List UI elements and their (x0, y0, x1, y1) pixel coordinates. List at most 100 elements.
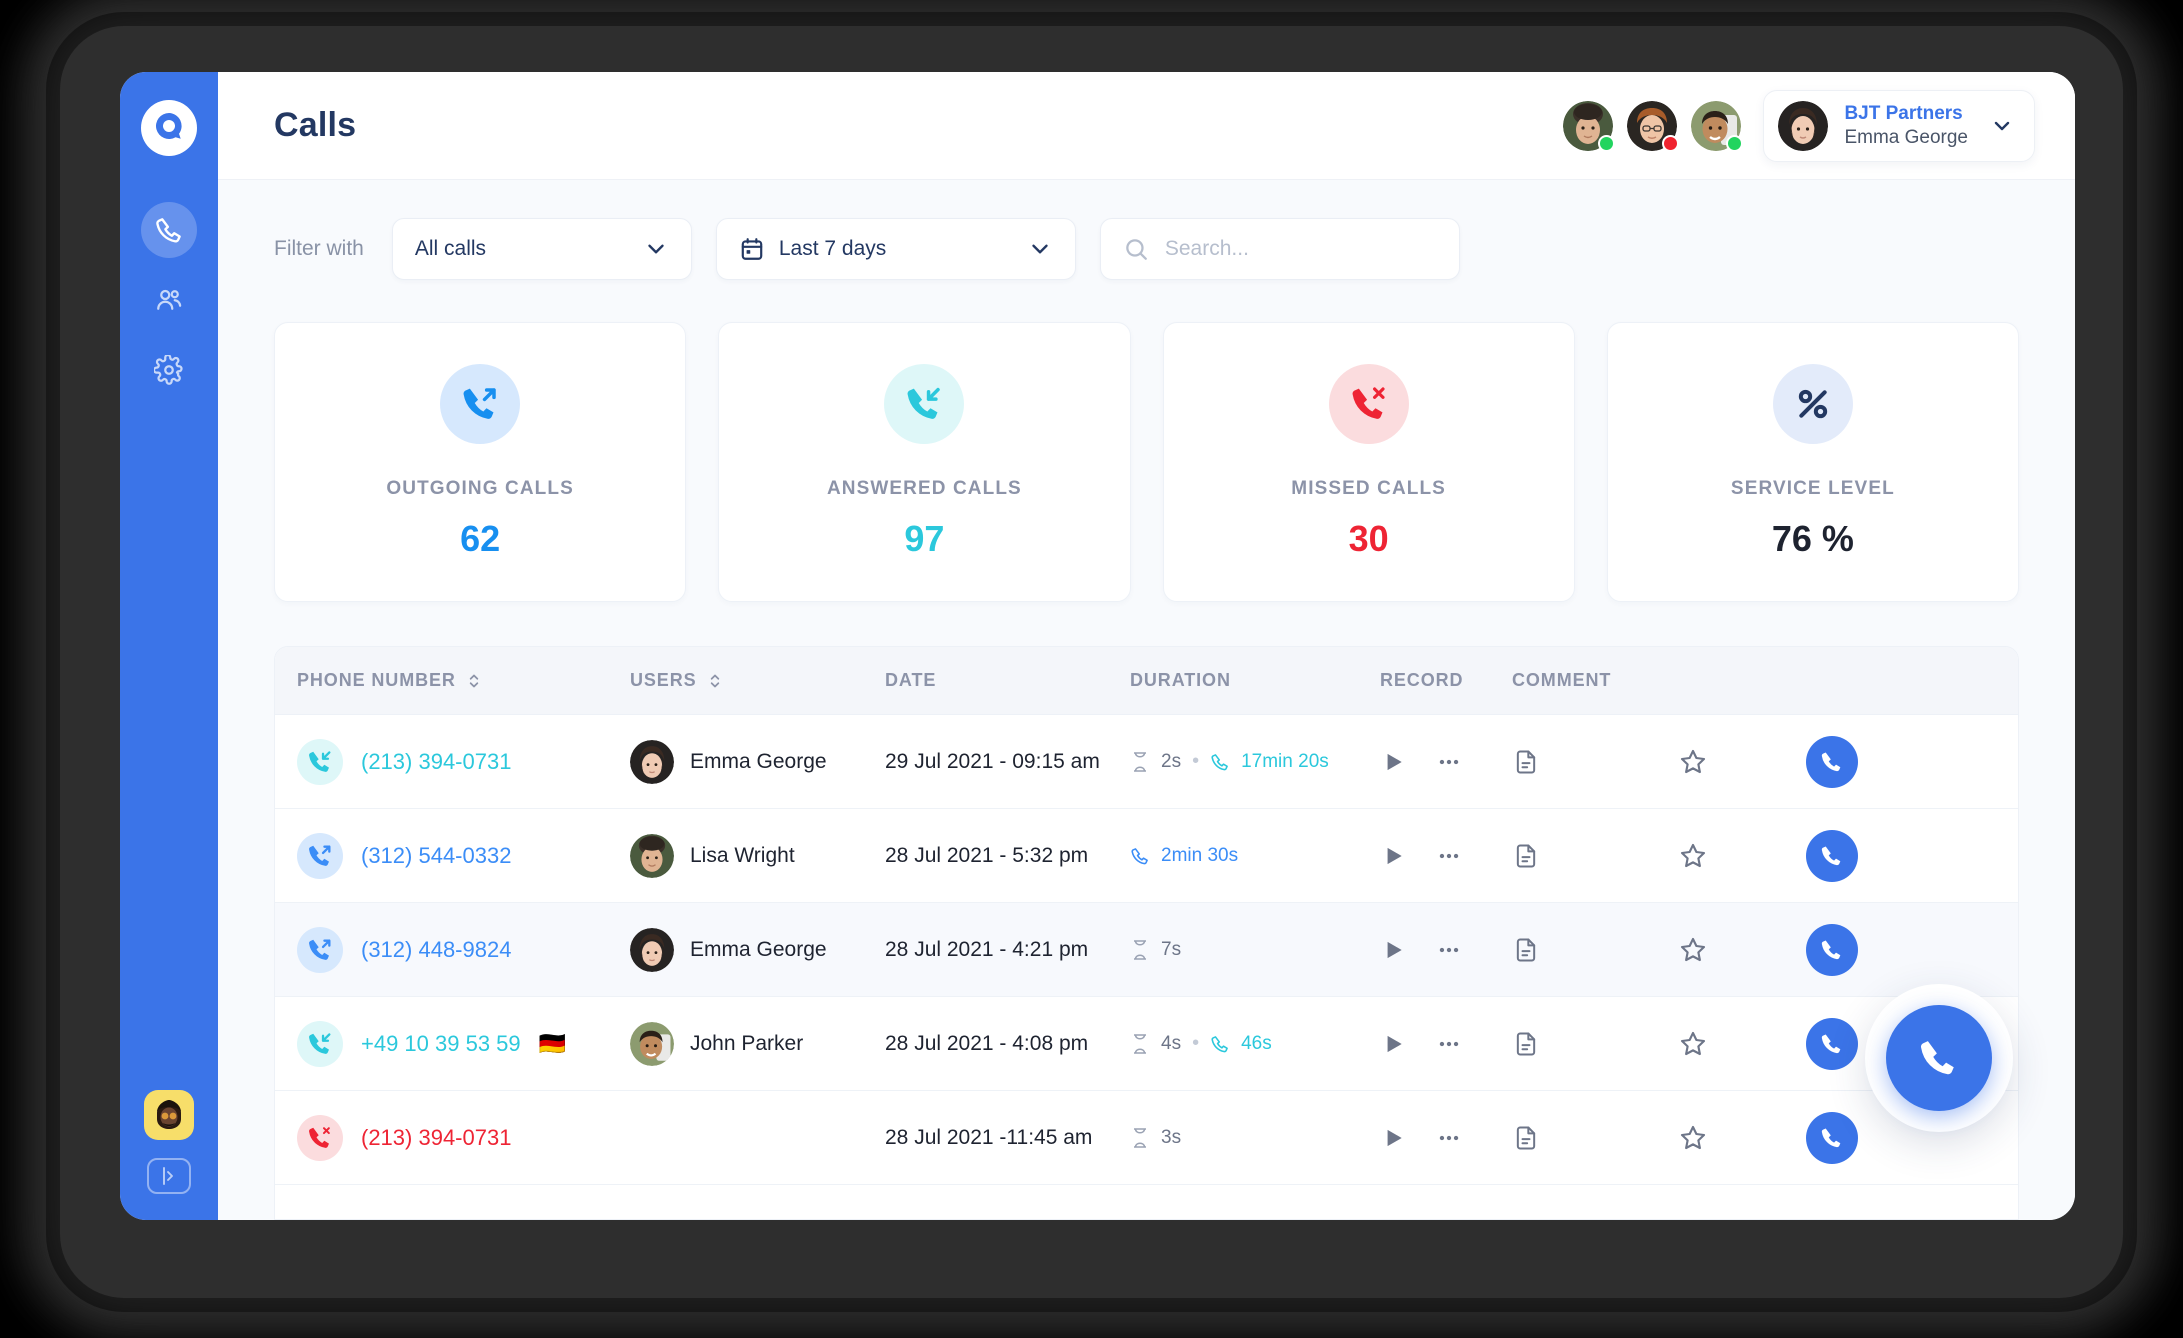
collapse-sidebar-icon[interactable] (147, 1158, 191, 1194)
column-header-users[interactable]: USERS (630, 670, 885, 691)
star-outline-icon[interactable] (1678, 1029, 1708, 1059)
talk-phone-icon (1130, 846, 1150, 866)
document-icon[interactable] (1512, 1124, 1540, 1152)
chevron-down-icon[interactable] (1990, 114, 2014, 138)
sidebar-item-calls[interactable] (141, 202, 197, 258)
cell-call-back (1806, 735, 2018, 788)
status-dot-online (1726, 134, 1744, 152)
star-outline-icon[interactable] (1678, 1123, 1708, 1153)
account-switcher[interactable]: BJT Partners Emma George (1763, 89, 2035, 162)
floating-call-button-halo (1865, 984, 2013, 1132)
wait-icon (1130, 939, 1150, 961)
cell-date: 29 Jul 2021 - 09:15 am (885, 749, 1100, 773)
table-row[interactable]: (213) 394-0731 28 Jul 2021 -11:45 am 3s (275, 1091, 2018, 1185)
play-icon[interactable] (1380, 1125, 1406, 1151)
country-flag-icon: 🇩🇪 (538, 1030, 567, 1056)
column-header-phone-number[interactable]: PHONE NUMBER (275, 670, 630, 691)
chevron-down-icon[interactable] (1027, 236, 1053, 262)
floating-call-button[interactable] (1886, 1005, 1992, 1111)
call-type-select[interactable]: All calls (391, 218, 692, 280)
talk-phone-icon (1210, 1034, 1230, 1054)
call-back-button[interactable] (1806, 923, 1858, 976)
cell-comment (1512, 748, 1678, 776)
phone-number-link[interactable]: (312) 544-0332 (361, 843, 511, 869)
table-row[interactable]: (312) 448-9824 Emma George 28 Jul 2021 -… (275, 903, 2018, 997)
users-icon (157, 289, 182, 310)
search-box[interactable] (1099, 218, 1460, 280)
star-outline-icon[interactable] (1678, 841, 1708, 871)
presence-avatar[interactable] (1691, 100, 1744, 152)
stat-card-service-level: SERVICE LEVEL 76 % (1606, 322, 2019, 602)
presence-avatar[interactable] (1563, 100, 1616, 152)
cell-phone-number[interactable]: (213) 394-0731 (275, 738, 630, 785)
call-back-button[interactable] (1806, 829, 1858, 882)
stat-label: ANSWERED CALLS (826, 478, 1022, 499)
cell-record (1380, 937, 1512, 963)
cell-favorite (1678, 935, 1806, 965)
sidebar-item-settings[interactable] (141, 342, 197, 398)
account-user-name: Emma George (1844, 126, 1968, 148)
more-horizontal-icon[interactable] (1436, 843, 1462, 869)
more-horizontal-icon[interactable] (1436, 937, 1462, 963)
chevron-down-icon[interactable] (643, 236, 669, 262)
cell-date: 28 Jul 2021 - 5:32 pm (885, 843, 1089, 867)
cell-date: 28 Jul 2021 -11:45 am (885, 1125, 1093, 1149)
stat-label: MISSED CALLS (1291, 478, 1446, 499)
wait-duration: 3s (1161, 1126, 1182, 1148)
document-icon[interactable] (1512, 1030, 1540, 1058)
wait-duration: 2s (1161, 750, 1182, 772)
cell-phone-number[interactable]: (312) 448-9824 (275, 926, 630, 973)
star-outline-icon[interactable] (1678, 935, 1708, 965)
search-input[interactable] (1164, 237, 1437, 261)
cell-comment (1512, 936, 1678, 964)
call-back-button[interactable] (1806, 735, 1858, 788)
call-back-button[interactable] (1806, 1017, 1858, 1070)
table-row[interactable]: (213) 394-0731 Emma George 29 Jul 2021 -… (275, 715, 2018, 809)
document-icon[interactable] (1512, 748, 1540, 776)
phone-number-link[interactable]: (213) 394-0731 (361, 749, 511, 775)
stat-value: 30 (1348, 518, 1389, 559)
column-header-comment: COMMENT (1512, 670, 1612, 690)
play-icon[interactable] (1380, 843, 1406, 869)
call-type-value: All calls (414, 237, 487, 260)
phone-incoming-icon (297, 1020, 343, 1067)
cell-call-back (1806, 829, 2018, 882)
percent-icon (1772, 364, 1853, 444)
more-horizontal-icon[interactable] (1436, 1031, 1462, 1057)
more-horizontal-icon[interactable] (1436, 1125, 1462, 1151)
sidebar-user-avatar[interactable] (144, 1090, 194, 1140)
cell-phone-number[interactable]: +49 10 39 53 59 🇩🇪 (275, 1020, 630, 1067)
presence-avatar[interactable] (1627, 100, 1680, 152)
talk-duration: 46s (1241, 1032, 1272, 1054)
table-row[interactable]: (312) 544-0332 Lisa Wright 28 Jul 2021 -… (275, 809, 2018, 903)
sidebar-item-contacts[interactable] (141, 272, 197, 328)
stat-card-answered-calls: ANSWERED CALLS 97 (718, 322, 1131, 602)
avatar (630, 1021, 674, 1066)
calendar-icon (739, 236, 765, 262)
play-icon[interactable] (1380, 749, 1406, 775)
sidebar-bottom (120, 1090, 218, 1194)
phone-number-link[interactable]: +49 10 39 53 59 (361, 1031, 521, 1057)
top-bar: Calls BJT Partners Emma George (218, 72, 2075, 180)
avatar (630, 739, 674, 784)
cell-phone-number[interactable]: (312) 544-0332 (275, 832, 630, 879)
phone-number-link[interactable]: (213) 394-0731 (361, 1125, 511, 1151)
column-label: PHONE NUMBER (297, 670, 456, 690)
app-window: Calls BJT Partners Emma George Filter wi… (120, 72, 2075, 1220)
play-icon[interactable] (1380, 937, 1406, 963)
phone-outgoing-icon (297, 926, 343, 973)
user-name: Emma George (690, 937, 827, 961)
document-icon[interactable] (1512, 936, 1540, 964)
date-range-select[interactable]: Last 7 days (715, 218, 1076, 280)
sort-icon[interactable] (466, 671, 482, 691)
cell-phone-number[interactable]: (213) 394-0731 (275, 1114, 630, 1161)
table-row[interactable]: +49 10 39 53 59 🇩🇪 John Parker 28 Jul 20… (275, 997, 2018, 1091)
star-outline-icon[interactable] (1678, 747, 1708, 777)
document-icon[interactable] (1512, 842, 1540, 870)
play-icon[interactable] (1380, 1031, 1406, 1057)
more-horizontal-icon[interactable] (1436, 749, 1462, 775)
app-logo-icon[interactable] (141, 100, 197, 156)
phone-number-link[interactable]: (312) 448-9824 (361, 937, 511, 963)
call-back-button[interactable] (1806, 1111, 1858, 1164)
sort-icon[interactable] (707, 671, 723, 691)
